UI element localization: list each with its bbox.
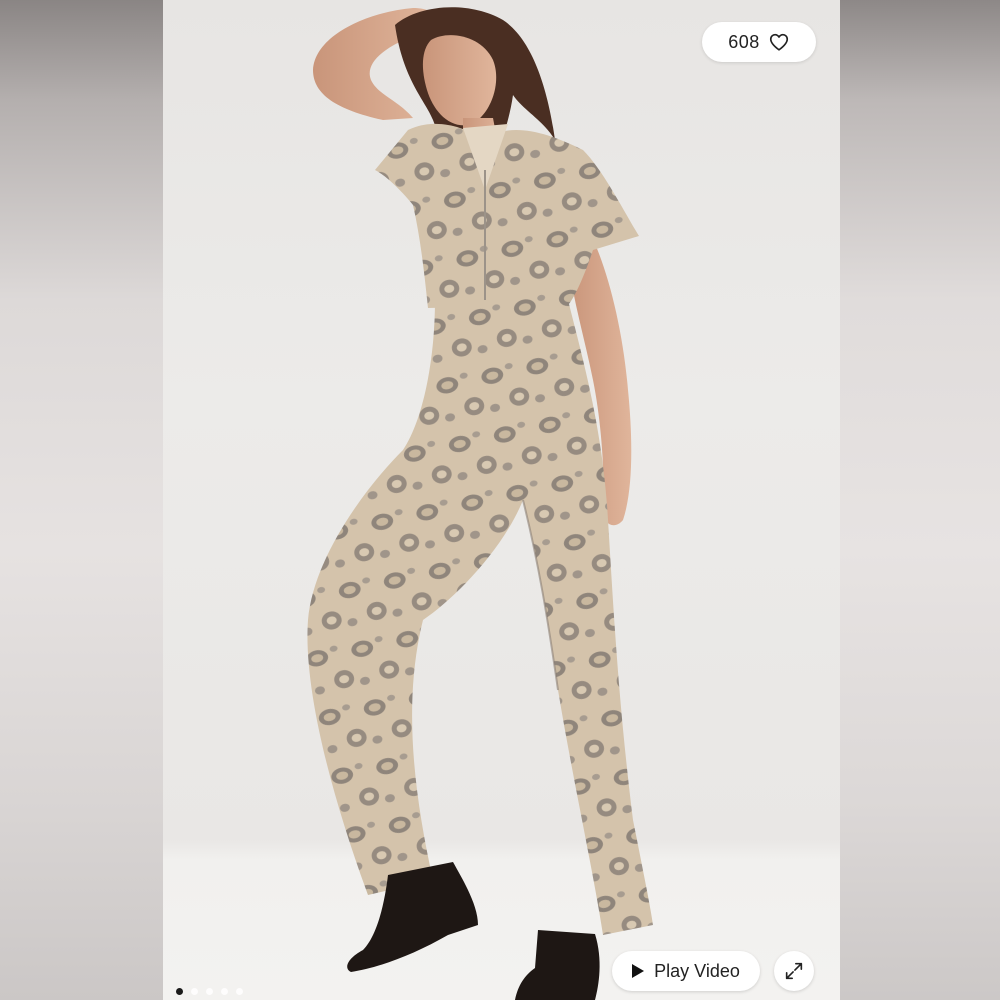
- slide-dot-1[interactable]: [176, 988, 183, 995]
- slide-dot-5[interactable]: [236, 988, 243, 995]
- play-video-label: Play Video: [654, 960, 740, 981]
- model-in-snakeskin-jumpsuit-illustration: [307, 7, 653, 1000]
- expand-icon: [785, 962, 803, 980]
- product-image-viewer: 608 Play Video: [0, 0, 1000, 1000]
- play-icon: [632, 964, 645, 978]
- expand-image-button[interactable]: [774, 951, 814, 991]
- blurred-backdrop-right: [840, 0, 1000, 1000]
- like-count: 608: [728, 31, 760, 52]
- slide-indicator: [176, 988, 243, 995]
- heart-outline-icon: [769, 33, 788, 51]
- slide-dot-3[interactable]: [206, 988, 213, 995]
- product-photo[interactable]: [163, 0, 840, 1000]
- slide-dot-4[interactable]: [221, 988, 228, 995]
- slide-dot-2[interactable]: [191, 988, 198, 995]
- blurred-backdrop-left: [0, 0, 163, 1000]
- like-button[interactable]: 608: [702, 22, 816, 62]
- play-video-button[interactable]: Play Video: [612, 951, 760, 991]
